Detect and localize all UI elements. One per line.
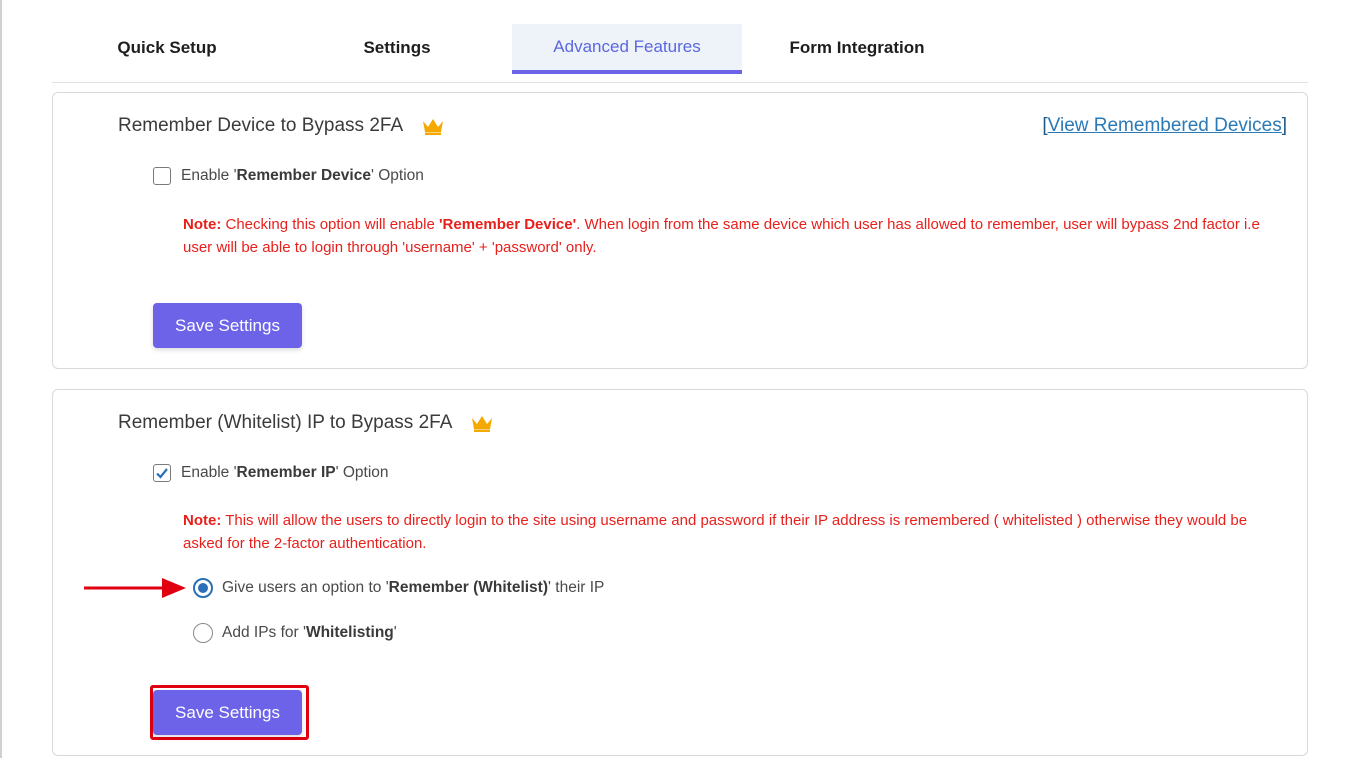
- view-remembered-devices: [View Remembered Devices]: [1042, 115, 1287, 137]
- remember-device-title: Remember Device to Bypass 2FA: [118, 115, 404, 136]
- remember-device-note: Note: Checking this option will enable '…: [183, 216, 1260, 256]
- remember-device-checkbox[interactable]: [153, 167, 171, 185]
- tab-advanced-features[interactable]: Advanced Features: [512, 24, 742, 74]
- remember-device-option: Enable 'Remember Device' Option: [153, 167, 424, 185]
- tab-bar: Quick Setup Settings Advanced Features F…: [52, 24, 1308, 83]
- radio-label: Add IPs for 'Whitelisting': [222, 624, 397, 641]
- save-settings-button[interactable]: Save Settings: [153, 690, 302, 735]
- remember-ip-option: Enable 'Remember IP' Option: [153, 464, 389, 482]
- remember-ip-checkbox[interactable]: [153, 464, 171, 482]
- save-settings-button[interactable]: Save Settings: [153, 303, 302, 348]
- radio-option-remember-whitelist[interactable]: Give users an option to 'Remember (White…: [193, 578, 604, 598]
- remember-device-card: Remember Device to Bypass 2FA [View Reme…: [52, 92, 1308, 369]
- tab-settings[interactable]: Settings: [282, 24, 512, 72]
- remember-device-label: Enable 'Remember Device' Option: [181, 167, 424, 184]
- add-ips-radio[interactable]: [193, 623, 213, 643]
- remember-ip-label: Enable 'Remember IP' Option: [181, 464, 389, 481]
- view-remembered-devices-link[interactable]: View Remembered Devices: [1048, 115, 1282, 136]
- radio-label: Give users an option to 'Remember (White…: [222, 579, 605, 596]
- window-edge: [0, 0, 2, 758]
- remember-ip-card: Remember (Whitelist) IP to Bypass 2FA En…: [52, 389, 1308, 756]
- crown-icon: [470, 414, 494, 432]
- remember-ip-note: Note: This will allow the users to direc…: [183, 512, 1248, 552]
- crown-icon: [421, 117, 445, 135]
- remember-ip-title: Remember (Whitelist) IP to Bypass 2FA: [118, 412, 453, 433]
- arrow-right-icon: [84, 578, 186, 598]
- radio-option-add-ips[interactable]: Add IPs for 'Whitelisting': [193, 623, 397, 643]
- card-title: Remember Device to Bypass 2FA: [118, 115, 445, 137]
- tab-form-integration[interactable]: Form Integration: [742, 24, 972, 72]
- tab-quick-setup[interactable]: Quick Setup: [52, 24, 282, 72]
- remember-whitelist-radio[interactable]: [193, 578, 213, 598]
- card-title: Remember (Whitelist) IP to Bypass 2FA: [118, 412, 494, 434]
- link-bracket-close: ]: [1281, 115, 1287, 136]
- check-icon: [156, 468, 168, 479]
